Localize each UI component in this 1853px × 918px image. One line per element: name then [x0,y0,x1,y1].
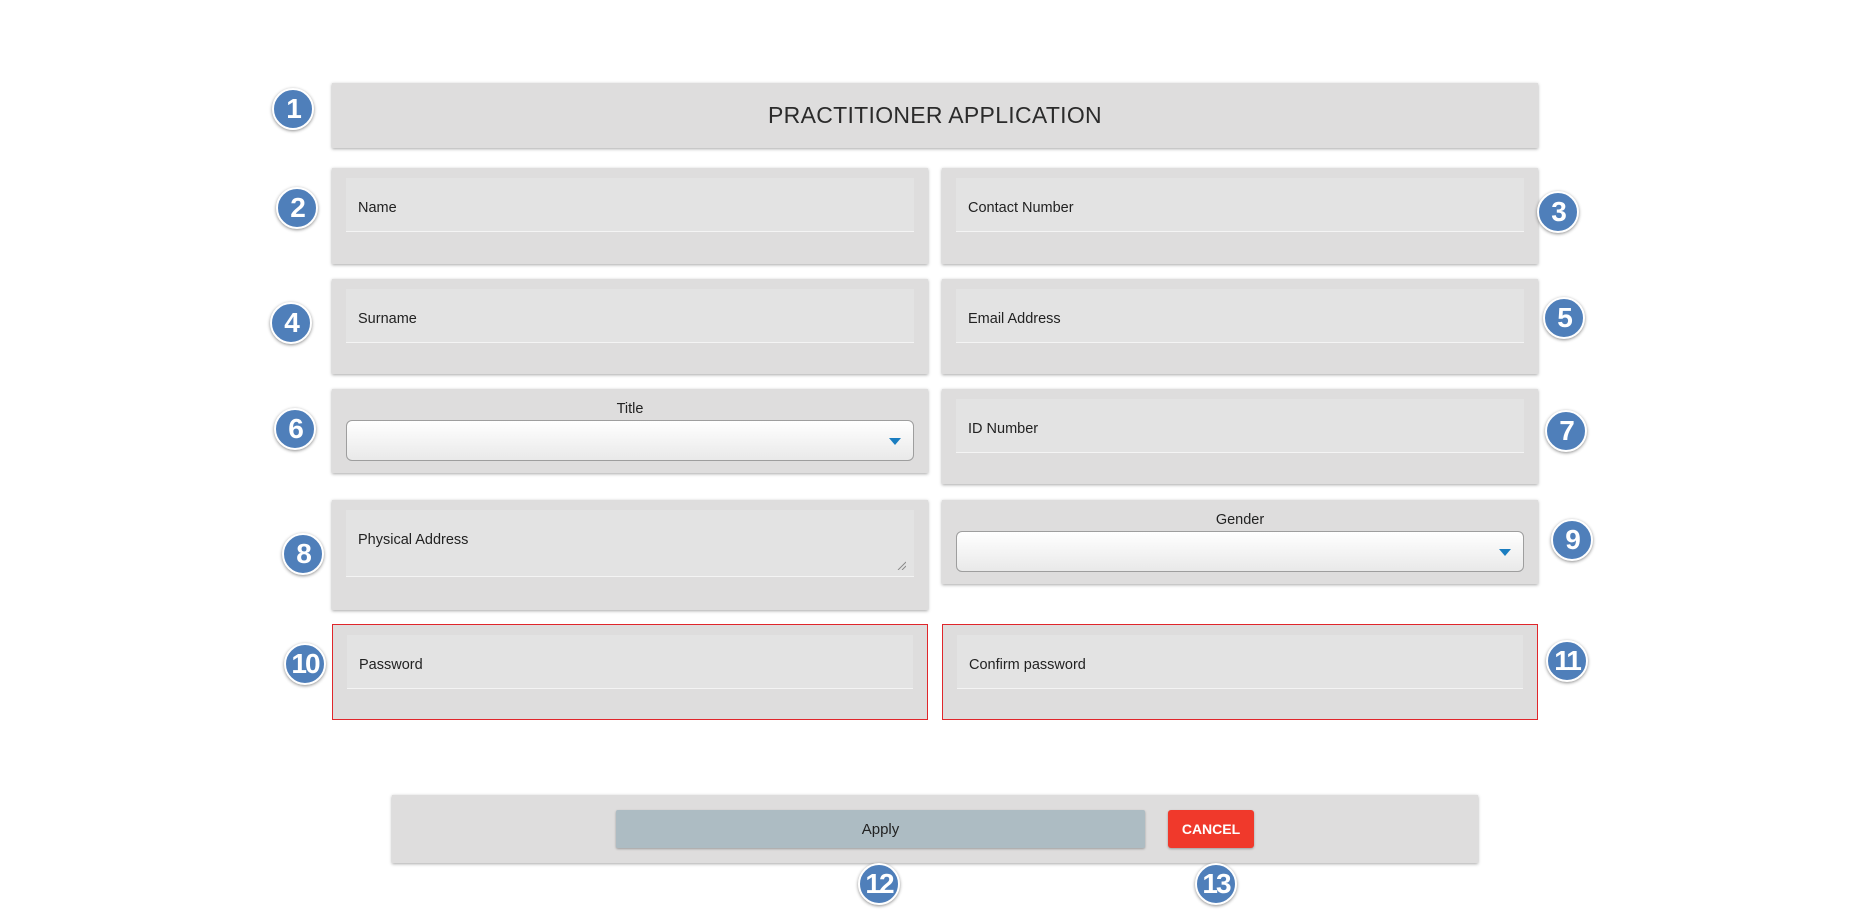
id-number-field[interactable]: ID Number [942,389,1538,484]
caret-down-icon [889,438,901,445]
email-address-field[interactable]: Email Address [942,279,1538,374]
title-select-label: Title [616,401,644,417]
form-header: PRACTITIONER APPLICATION [332,83,1538,148]
apply-button[interactable]: Apply [616,810,1145,848]
action-bar: Apply CANCEL [392,795,1478,863]
surname-field[interactable]: Surname [332,279,928,374]
annotation-marker-2: 2 [276,187,318,229]
password-label: Password [359,657,423,673]
caret-down-icon [1499,549,1511,556]
name-field[interactable]: Name [332,168,928,264]
gender-select-panel: Gender [942,500,1538,584]
application-page: PRACTITIONER APPLICATION Name Contact Nu… [0,0,1853,918]
cancel-button[interactable]: CANCEL [1168,810,1254,848]
annotation-marker-9: 9 [1551,519,1593,561]
confirm-password-label: Confirm password [969,657,1086,673]
page-title: PRACTITIONER APPLICATION [768,102,1102,128]
id-number-input[interactable]: ID Number [956,399,1524,453]
confirm-password-field[interactable]: Confirm password [942,624,1538,720]
annotation-marker-13: 13 [1195,863,1237,905]
name-input[interactable]: Name [346,178,914,232]
title-select[interactable] [346,420,914,461]
contact-number-field[interactable]: Contact Number [942,168,1538,264]
gender-select-label: Gender [1215,512,1265,528]
email-address-input[interactable]: Email Address [956,289,1524,343]
annotation-marker-7: 7 [1545,410,1587,452]
annotation-marker-4: 4 [270,302,312,344]
physical-address-field[interactable]: Physical Address [332,500,928,610]
annotation-marker-3: 3 [1537,191,1579,233]
annotation-marker-10: 10 [284,643,326,685]
password-input[interactable]: Password [347,635,913,689]
physical-address-label: Physical Address [358,532,469,548]
gender-select[interactable] [956,531,1524,572]
name-label: Name [358,200,397,216]
annotation-marker-5: 5 [1543,297,1585,339]
contact-number-label: Contact Number [968,200,1074,216]
title-select-panel: Title [332,389,928,473]
annotation-marker-12: 12 [858,863,900,905]
annotation-marker-1: 1 [272,88,314,130]
surname-input[interactable]: Surname [346,289,914,343]
physical-address-textarea[interactable]: Physical Address [346,510,914,577]
annotation-marker-6: 6 [274,408,316,450]
annotation-marker-8: 8 [282,533,324,575]
surname-label: Surname [358,311,417,327]
email-address-label: Email Address [968,311,1061,327]
id-number-label: ID Number [968,421,1039,437]
annotation-marker-11: 11 [1546,640,1588,682]
confirm-password-input[interactable]: Confirm password [957,635,1523,689]
contact-number-input[interactable]: Contact Number [956,178,1524,232]
password-field[interactable]: Password [332,624,928,720]
resize-grip-icon[interactable] [896,560,906,570]
